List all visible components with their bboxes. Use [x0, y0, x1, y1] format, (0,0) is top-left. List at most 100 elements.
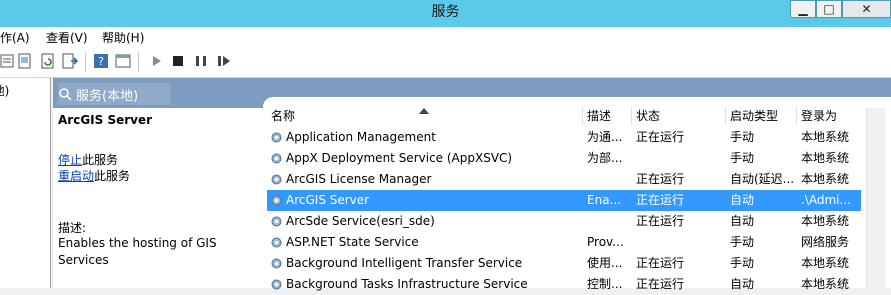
row-status: 正在运行: [636, 277, 685, 291]
row-logon-as: 本地系统: [801, 130, 850, 144]
restart-icon[interactable]: [216, 53, 232, 69]
properties-icon[interactable]: [0, 53, 16, 69]
row-startup-type: 手动: [730, 235, 755, 249]
row-status: 正在运行: [636, 193, 685, 207]
description-pane: ArcGIS Server 停止此服务 重启动此服务 描述: Enables t…: [53, 108, 263, 288]
toolbar: ?: [0, 47, 891, 78]
table-row[interactable]: Application Management 为通... 正在运行 手动 本地系统: [267, 127, 861, 148]
column-header-logon-as[interactable]: 登录为: [797, 107, 861, 125]
column-header-status[interactable]: 状态: [632, 107, 726, 125]
row-logon-as: 本地系统: [801, 172, 850, 186]
table-row[interactable]: ArcSde Service(esri_sde) 正在运行 自动 本地系统: [267, 211, 861, 232]
row-description: 为部...: [587, 151, 623, 165]
table-row[interactable]: ArcGIS License Manager 正在运行 自动(延迟... 本地系统: [267, 169, 861, 190]
row-description: 为通...: [587, 130, 623, 144]
service-gear-icon: [271, 237, 282, 248]
stop-service-action: 停止此服务: [58, 151, 118, 168]
close-icon: ✕: [861, 2, 872, 16]
service-gear-icon: [271, 132, 282, 143]
maximize-icon: □: [823, 2, 835, 16]
row-name: ArcSde Service(esri_sde): [286, 214, 435, 228]
row-startup-type: 手动: [730, 256, 755, 270]
export-list-icon[interactable]: [17, 53, 33, 69]
refresh-icon[interactable]: [40, 53, 56, 69]
menu-action[interactable]: 操作(A): [0, 29, 30, 46]
row-name: ArcGIS Server: [286, 193, 370, 207]
services-title: 服务(本地): [76, 88, 139, 104]
search-gear-icon: [59, 88, 72, 101]
table-row[interactable]: ASP.NET State Service Prov... 手动 网络服务: [267, 232, 861, 253]
export-icon[interactable]: [62, 53, 78, 69]
row-status: 正在运行: [636, 130, 685, 144]
tree-item-local-services[interactable]: (本地): [0, 82, 9, 99]
toolbar-separator: [138, 52, 139, 72]
row-description: 使用...: [587, 256, 623, 270]
row-startup-type: 自动(延迟...: [730, 172, 795, 186]
row-logon-as: 本地系统: [801, 214, 850, 228]
stop-icon[interactable]: [170, 53, 186, 69]
title-bar: 服务 ▁ □ ✕: [0, 0, 891, 27]
service-gear-icon: [271, 174, 282, 185]
minimize-icon: ▁: [798, 2, 808, 16]
maximize-button[interactable]: □: [816, 0, 842, 18]
table-row[interactable]: Background Tasks Infrastructure Service 控…: [267, 274, 861, 295]
row-startup-type: 自动: [730, 277, 755, 291]
row-name: Background Intelligent Transfer Service: [286, 256, 523, 270]
row-name: AppX Deployment Service (AppXSVC): [286, 151, 513, 165]
row-status: 正在运行: [636, 172, 685, 186]
service-gear-icon: [271, 195, 282, 206]
stop-link[interactable]: 停止: [58, 153, 82, 167]
menu-view[interactable]: 查看(V): [46, 29, 88, 46]
restart-suffix: 此服务: [94, 169, 131, 183]
table-row[interactable]: Background Intelligent Transfer Service 使…: [267, 253, 861, 274]
service-gear-icon: [271, 216, 282, 227]
column-header-startup-type[interactable]: 启动类型: [726, 107, 797, 125]
table-row[interactable]: ArcGIS Server Ena... 正在运行 自动 .\Admi...: [267, 190, 861, 211]
toolbar-separator: [85, 52, 86, 72]
svg-text:?: ?: [98, 55, 104, 68]
row-description: Prov...: [587, 235, 624, 249]
stop-suffix: 此服务: [82, 153, 119, 167]
column-header-name[interactable]: 名称: [267, 107, 583, 125]
console-icon[interactable]: [115, 53, 131, 69]
row-status: 正在运行: [636, 214, 685, 228]
window-title: 服务: [431, 4, 460, 20]
selected-service-name: ArcGIS Server: [58, 113, 153, 127]
row-logon-as: .\Admi...: [801, 193, 851, 207]
help-icon[interactable]: ?: [93, 53, 109, 69]
row-startup-type: 手动: [730, 130, 755, 144]
row-logon-as: 本地系统: [801, 256, 850, 270]
close-button[interactable]: ✕: [842, 0, 891, 18]
row-startup-type: 自动: [730, 193, 755, 207]
services-header-tab: 服务(本地): [58, 83, 171, 105]
services-list: 名称 描述 状态 启动类型 登录为 Application Management…: [263, 97, 891, 291]
service-gear-icon: [271, 279, 282, 290]
row-name: Background Tasks Infrastructure Service: [286, 277, 528, 291]
start-icon[interactable]: [149, 53, 165, 69]
row-logon-as: 网络服务: [801, 235, 850, 249]
description-text: Enables the hosting of GIS Services: [58, 236, 217, 267]
table-row[interactable]: AppX Deployment Service (AppXSVC) 为部... 手动…: [267, 148, 861, 169]
row-startup-type: 手动: [730, 151, 755, 165]
row-description: 控制...: [587, 277, 623, 291]
row-name: ArcGIS License Manager: [286, 172, 432, 186]
row-logon-as: 本地系统: [801, 277, 850, 291]
row-startup-type: 自动: [730, 214, 755, 228]
service-gear-icon: [271, 153, 282, 164]
menu-bar: 操作(A) 查看(V) 帮助(H): [0, 27, 891, 47]
pause-icon[interactable]: [193, 53, 209, 69]
row-status: 正在运行: [636, 256, 685, 270]
restart-service-action: 重启动此服务: [58, 167, 130, 184]
description-label: 描述:: [58, 221, 87, 235]
row-name: Application Management: [286, 130, 436, 144]
restart-link[interactable]: 重启动: [58, 169, 94, 183]
column-header-description[interactable]: 描述: [583, 107, 632, 125]
minimize-button[interactable]: ▁: [790, 0, 816, 18]
menu-help[interactable]: 帮助(H): [102, 29, 144, 46]
vertical-scrollbar[interactable]: [866, 108, 885, 288]
row-name: ASP.NET State Service: [286, 235, 419, 249]
row-description: Ena...: [587, 193, 621, 207]
tree-pane: (本地): [0, 78, 51, 288]
row-logon-as: 本地系统: [801, 151, 850, 165]
service-gear-icon: [271, 258, 282, 269]
